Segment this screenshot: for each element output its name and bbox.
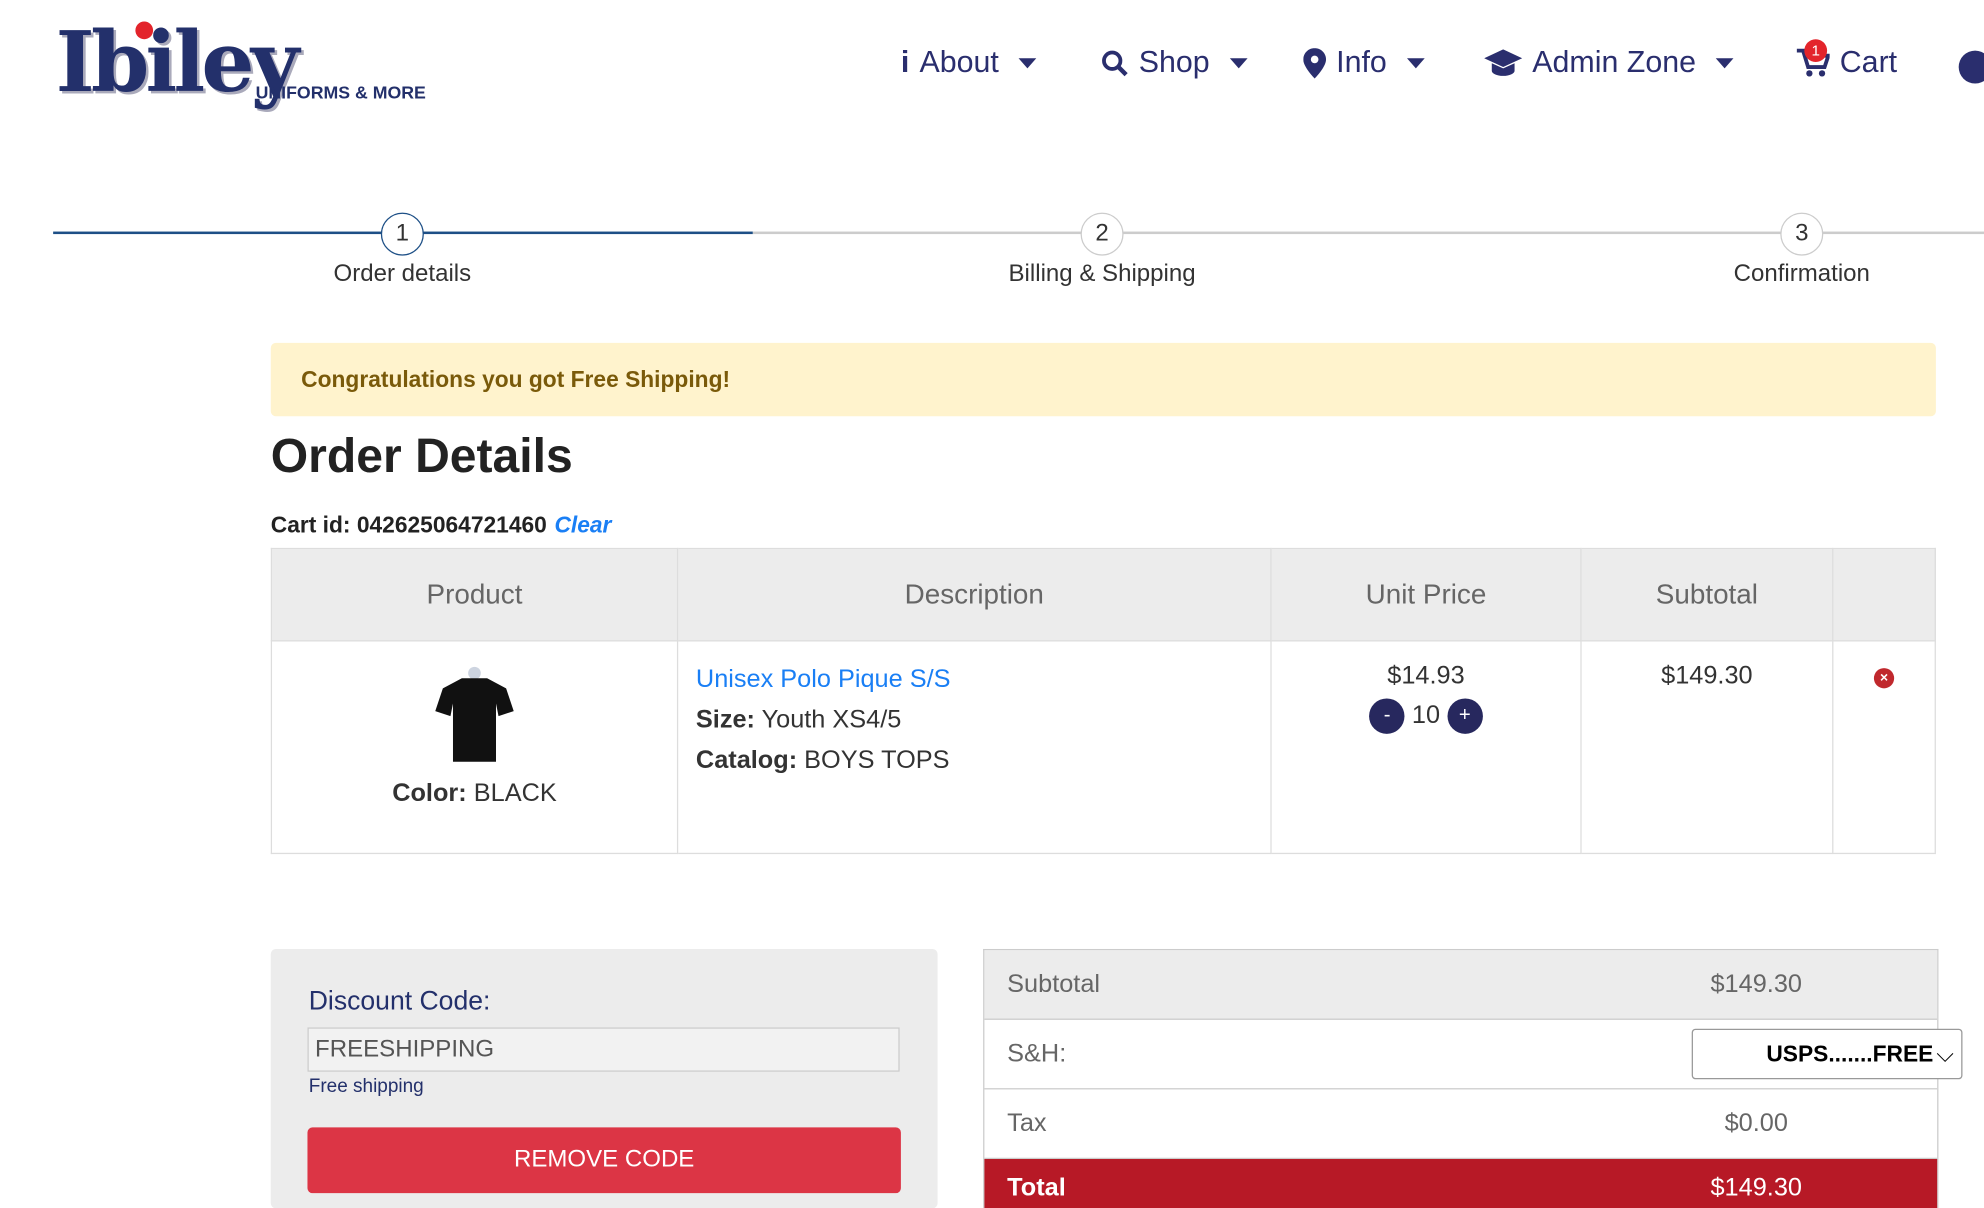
increase-qty-button[interactable]: + [1447, 698, 1482, 733]
discount-code-input[interactable] [307, 1027, 899, 1071]
nav-label: Admin Zone [1532, 46, 1696, 81]
step-2-label: Billing & Shipping [912, 261, 1292, 289]
col-product: Product [271, 549, 677, 641]
cart-count-badge: 1 [1804, 39, 1827, 62]
size-value: Youth XS4/5 [762, 706, 902, 734]
cart-id: 042625064721460 [357, 512, 547, 537]
chevron-down-icon: ⌵ [1936, 1030, 1953, 1078]
remove-cell: × [1833, 641, 1935, 854]
info-icon: i [901, 46, 909, 81]
catalog-label: Catalog: [696, 747, 797, 775]
col-description: Description [678, 549, 1271, 641]
total-label: Total [1007, 1174, 1066, 1203]
graduation-cap-icon [1484, 49, 1522, 77]
logo-dot [135, 22, 153, 40]
map-marker-icon [1303, 48, 1326, 78]
search-icon [1101, 49, 1129, 77]
caret-down-icon [1407, 58, 1425, 68]
totals-total-row: Total $149.30 [984, 1159, 1937, 1208]
totals-shipping-row: S&H:USPS.......FREE⌵ [984, 1020, 1937, 1090]
nav-label: About [919, 46, 998, 81]
page-title: Order Details [271, 430, 573, 484]
nav-label: Info [1336, 46, 1387, 81]
product-link[interactable]: Unisex Polo Pique S/S [696, 666, 951, 694]
step-3-label: Confirmation [1612, 261, 1984, 289]
cart-id-label: Cart id: [271, 512, 351, 537]
remove-code-button[interactable]: REMOVE CODE [307, 1127, 900, 1193]
unit-price: $14.93 [1273, 662, 1579, 691]
table-row: Color: BLACK Unisex Polo Pique S/S Size:… [271, 641, 1935, 854]
nav-admin-zone[interactable]: Admin Zone [1484, 46, 1734, 81]
page: Ibiley UNIFORMS & MORE iAbout Shop Info … [0, 0, 1984, 1208]
color-value: BLACK [474, 779, 557, 807]
quantity-value: 10 [1412, 702, 1440, 730]
step-1-label: Order details [213, 261, 593, 289]
nav-shop[interactable]: Shop [1101, 46, 1248, 81]
nav-label: Shop [1139, 46, 1210, 81]
totals-subtotal-row: Subtotal $149.30 [984, 950, 1937, 1020]
col-unit-price: Unit Price [1271, 549, 1581, 641]
product-cell: Color: BLACK [271, 641, 677, 854]
user-icon[interactable] [1959, 51, 1984, 84]
nav-info[interactable]: Info [1303, 46, 1425, 81]
caret-down-icon [1716, 58, 1734, 68]
nav-about[interactable]: i About [901, 46, 1037, 81]
catalog-value: BOYS TOPS [804, 747, 949, 775]
subtotal-value: $149.30 [1598, 970, 1914, 999]
col-remove [1833, 549, 1935, 641]
shipping-selected-option: USPS.......FREE [1766, 1041, 1933, 1066]
free-shipping-alert: Congratulations you got Free Shipping! [271, 343, 1936, 416]
logo-tagline: UNIFORMS & MORE [256, 82, 426, 102]
subtotal-label: Subtotal [1007, 970, 1100, 999]
color-label: Color: [392, 779, 467, 807]
cart-table: Product Description Unit Price Subtotal … [271, 548, 1936, 854]
nav-label: Cart [1840, 46, 1897, 81]
shipping-method-select[interactable]: USPS.......FREE⌵ [1692, 1029, 1963, 1080]
step-1-circle: 1 [381, 213, 424, 256]
decrease-qty-button[interactable]: - [1369, 698, 1404, 733]
table-header: Product Description Unit Price Subtotal [271, 549, 1935, 641]
unit-price-cell: $14.93 - 10 + [1271, 641, 1581, 854]
caret-down-icon [1019, 58, 1037, 68]
step-3-circle: 3 [1780, 213, 1823, 256]
product-image[interactable] [430, 666, 519, 767]
clear-cart-link[interactable]: Clear [554, 512, 611, 537]
totals-tax-row: Tax $0.00 [984, 1089, 1937, 1159]
discount-panel: Discount Code: Free shipping REMOVE CODE [271, 949, 938, 1208]
shipping-label: S&H: [1007, 1039, 1066, 1068]
order-totals: Subtotal$149.30 S&H:USPS.......FREE⌵ Tax… [983, 949, 1938, 1208]
caret-down-icon [1230, 58, 1248, 68]
description-cell: Unisex Polo Pique S/S Size: Youth XS4/5 … [678, 641, 1271, 854]
discount-label: Discount Code: [309, 987, 491, 1017]
col-subtotal: Subtotal [1581, 549, 1833, 641]
cart-id-line: Cart id: 042625064721460 Clear [271, 512, 612, 539]
step-2-circle: 2 [1081, 213, 1124, 256]
remove-item-icon[interactable]: × [1874, 668, 1894, 688]
discount-note: Free shipping [309, 1076, 424, 1098]
size-label: Size: [696, 706, 755, 734]
tax-value: $0.00 [1598, 1109, 1914, 1138]
subtotal-cell: $149.30 [1581, 641, 1833, 854]
tax-label: Tax [1007, 1109, 1046, 1138]
total-value: $149.30 [1598, 1174, 1914, 1203]
